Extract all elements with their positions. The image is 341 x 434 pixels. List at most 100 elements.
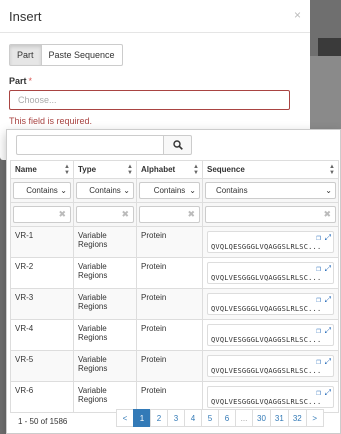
cell-type: Variable Regions (73, 350, 137, 382)
column-header-alphabet[interactable]: Alphabet ▲ ▼ (136, 160, 203, 179)
table-row[interactable]: VR-4 Variable Regions Protein ❐ ⤢ QVQLVESG… (10, 319, 339, 351)
alphabet-filter-mode-select[interactable]: Contains ⌄ (139, 182, 200, 199)
cell-sequence: ❐ ⤢ QVQLVESGGGLVQAGGSLRLSC... (202, 381, 339, 413)
column-alphabet-label: Alphabet (141, 165, 176, 174)
copy-icon[interactable]: ❐ (316, 233, 321, 242)
sort-icon: ▲ ▼ (64, 164, 70, 176)
close-icon[interactable]: × (294, 8, 301, 22)
page-button-32[interactable]: 32 (287, 409, 307, 427)
clear-icon[interactable]: ✖ (121, 209, 129, 220)
copy-icon[interactable]: ❐ (316, 326, 321, 335)
filter-cell: Contains ⌄ (73, 178, 137, 203)
table-row[interactable]: VR-6 Variable Regions Protein ❐ ⤢ QVQLVESG… (10, 381, 339, 413)
cell-sequence: ❐ ⤢ QVQLQESGGGLVQAGGSLRLSC... (202, 226, 339, 258)
part-select-input[interactable]: Choose... (9, 90, 290, 110)
sequence-filter-mode-select[interactable]: Contains ⌄ (205, 182, 336, 199)
page-button-30[interactable]: 30 (252, 409, 271, 427)
page-button-5[interactable]: 5 (201, 409, 219, 427)
insert-mode-toggle: Part Paste Sequence (9, 44, 123, 66)
expand-icon[interactable]: ⤢ (325, 357, 331, 367)
pagination: < 1 2 3 4 5 6 ... 30 31 32 > (116, 409, 324, 427)
pagination-info: 1 - 50 of 1586 (18, 417, 68, 426)
column-header-type[interactable]: Type ▲ ▼ (73, 160, 137, 179)
parts-table: Name ▲ ▼ Type ▲ ▼ Alphabet ▲ ▼ Sequence ▲ ▼ Cont… (10, 160, 339, 413)
column-header-sequence[interactable]: Sequence ▲ ▼ (202, 160, 339, 179)
page-button-1[interactable]: 1 (133, 409, 151, 427)
cell-alphabet: Protein (136, 226, 203, 258)
chevron-down-icon: ⌄ (325, 186, 332, 195)
filter-text-cell: ✖ (202, 202, 339, 227)
page-prev-button[interactable]: < (116, 409, 134, 427)
paste-sequence-button[interactable]: Paste Sequence (41, 44, 123, 66)
expand-icon[interactable]: ⤢ (325, 388, 331, 398)
part-select-placeholder: Choose... (18, 95, 57, 105)
table-row[interactable]: VR-2 Variable Regions Protein ❐ ⤢ QVQLVESG… (10, 257, 339, 289)
filter-mode-value: Contains (153, 186, 186, 195)
copy-icon[interactable]: ❐ (316, 388, 321, 397)
cell-name: VR-5 (10, 350, 74, 382)
modal-title: Insert (9, 9, 42, 24)
cell-name: VR-1 (10, 226, 74, 258)
cell-name: VR-3 (10, 288, 74, 320)
alphabet-filter-input[interactable]: ✖ (139, 206, 200, 223)
picker-search-input[interactable] (16, 135, 164, 155)
table-row[interactable]: VR-1 Variable Regions Protein ❐ ⤢ QVQLQESG… (10, 226, 339, 258)
column-header-name[interactable]: Name ▲ ▼ (10, 160, 74, 179)
cell-alphabet: Protein (136, 381, 203, 413)
picker-search-button[interactable] (164, 135, 192, 155)
name-filter-mode-select[interactable]: Contains ⌄ (13, 182, 71, 199)
chevron-down-icon: ⌄ (189, 186, 196, 195)
filter-mode-value: Contains (26, 186, 58, 195)
page-button-6[interactable]: 6 (218, 409, 236, 427)
sequence-text: QVQLVESGGGLVQAGGSLRLSC... (211, 336, 322, 344)
sequence-text: QVQLVESGGGLVQAGGSLRLSC... (211, 367, 322, 375)
name-filter-input[interactable]: ✖ (13, 206, 71, 223)
cell-name: VR-6 (10, 381, 74, 413)
required-star: * (28, 76, 33, 86)
page-button-2[interactable]: 2 (150, 409, 168, 427)
part-label-text: Part (9, 76, 27, 86)
sequence-preview: ❐ ⤢ QVQLVESGGGLVQAGGSLRLSC... (207, 355, 334, 377)
cell-name: VR-4 (10, 319, 74, 351)
table-row[interactable]: VR-5 Variable Regions Protein ❐ ⤢ QVQLVESG… (10, 350, 339, 382)
copy-icon[interactable]: ❐ (316, 264, 321, 273)
filter-cell: Contains ⌄ (202, 178, 339, 203)
cell-alphabet: Protein (136, 319, 203, 351)
part-field-error: This field is required. (9, 116, 93, 126)
filter-mode-value: Contains (89, 186, 121, 195)
part-mode-button[interactable]: Part (9, 44, 42, 66)
expand-icon[interactable]: ⤢ (325, 326, 331, 336)
filter-text-cell: ✖ (10, 202, 74, 227)
sequence-text: QVQLVESGGGLVQAGGSLRLSC... (211, 398, 322, 406)
cell-type: Variable Regions (73, 319, 137, 351)
type-filter-input[interactable]: ✖ (76, 206, 134, 223)
type-filter-mode-select[interactable]: Contains ⌄ (76, 182, 134, 199)
page-button-4[interactable]: 4 (184, 409, 202, 427)
table-row[interactable]: VR-3 Variable Regions Protein ❐ ⤢ QVQLVESG… (10, 288, 339, 320)
chevron-down-icon: ⌄ (60, 186, 67, 195)
clear-icon[interactable]: ✖ (323, 209, 331, 220)
page-next-button[interactable]: > (305, 409, 324, 427)
cell-type: Variable Regions (73, 381, 137, 413)
filter-cell: Contains ⌄ (136, 178, 203, 203)
cell-sequence: ❐ ⤢ QVQLVESGGGLVQAGGSLRLSC... (202, 350, 339, 382)
sequence-text: QVQLVESGGGLVQAGGSLRLSC... (211, 274, 322, 282)
expand-icon[interactable]: ⤢ (325, 264, 331, 274)
sort-icon: ▲ ▼ (193, 164, 199, 176)
copy-icon[interactable]: ❐ (316, 295, 321, 304)
clear-icon[interactable]: ✖ (187, 209, 195, 220)
sequence-filter-input[interactable]: ✖ (205, 206, 336, 223)
sequence-preview: ❐ ⤢ QVQLVESGGGLVQAGGSLRLSC... (207, 386, 334, 408)
page-button-31[interactable]: 31 (269, 409, 289, 427)
picker-search-row (16, 135, 192, 155)
expand-icon[interactable]: ⤢ (325, 233, 331, 243)
clear-icon[interactable]: ✖ (58, 209, 66, 220)
sort-icon: ▲ ▼ (127, 164, 133, 176)
expand-icon[interactable]: ⤢ (325, 295, 331, 305)
modal-header: Insert × (0, 0, 310, 33)
copy-icon[interactable]: ❐ (316, 357, 321, 366)
page-button-3[interactable]: 3 (167, 409, 185, 427)
sort-icon: ▲ ▼ (329, 164, 335, 176)
cell-alphabet: Protein (136, 288, 203, 320)
sequence-preview: ❐ ⤢ QVQLVESGGGLVQAGGSLRLSC... (207, 293, 334, 315)
